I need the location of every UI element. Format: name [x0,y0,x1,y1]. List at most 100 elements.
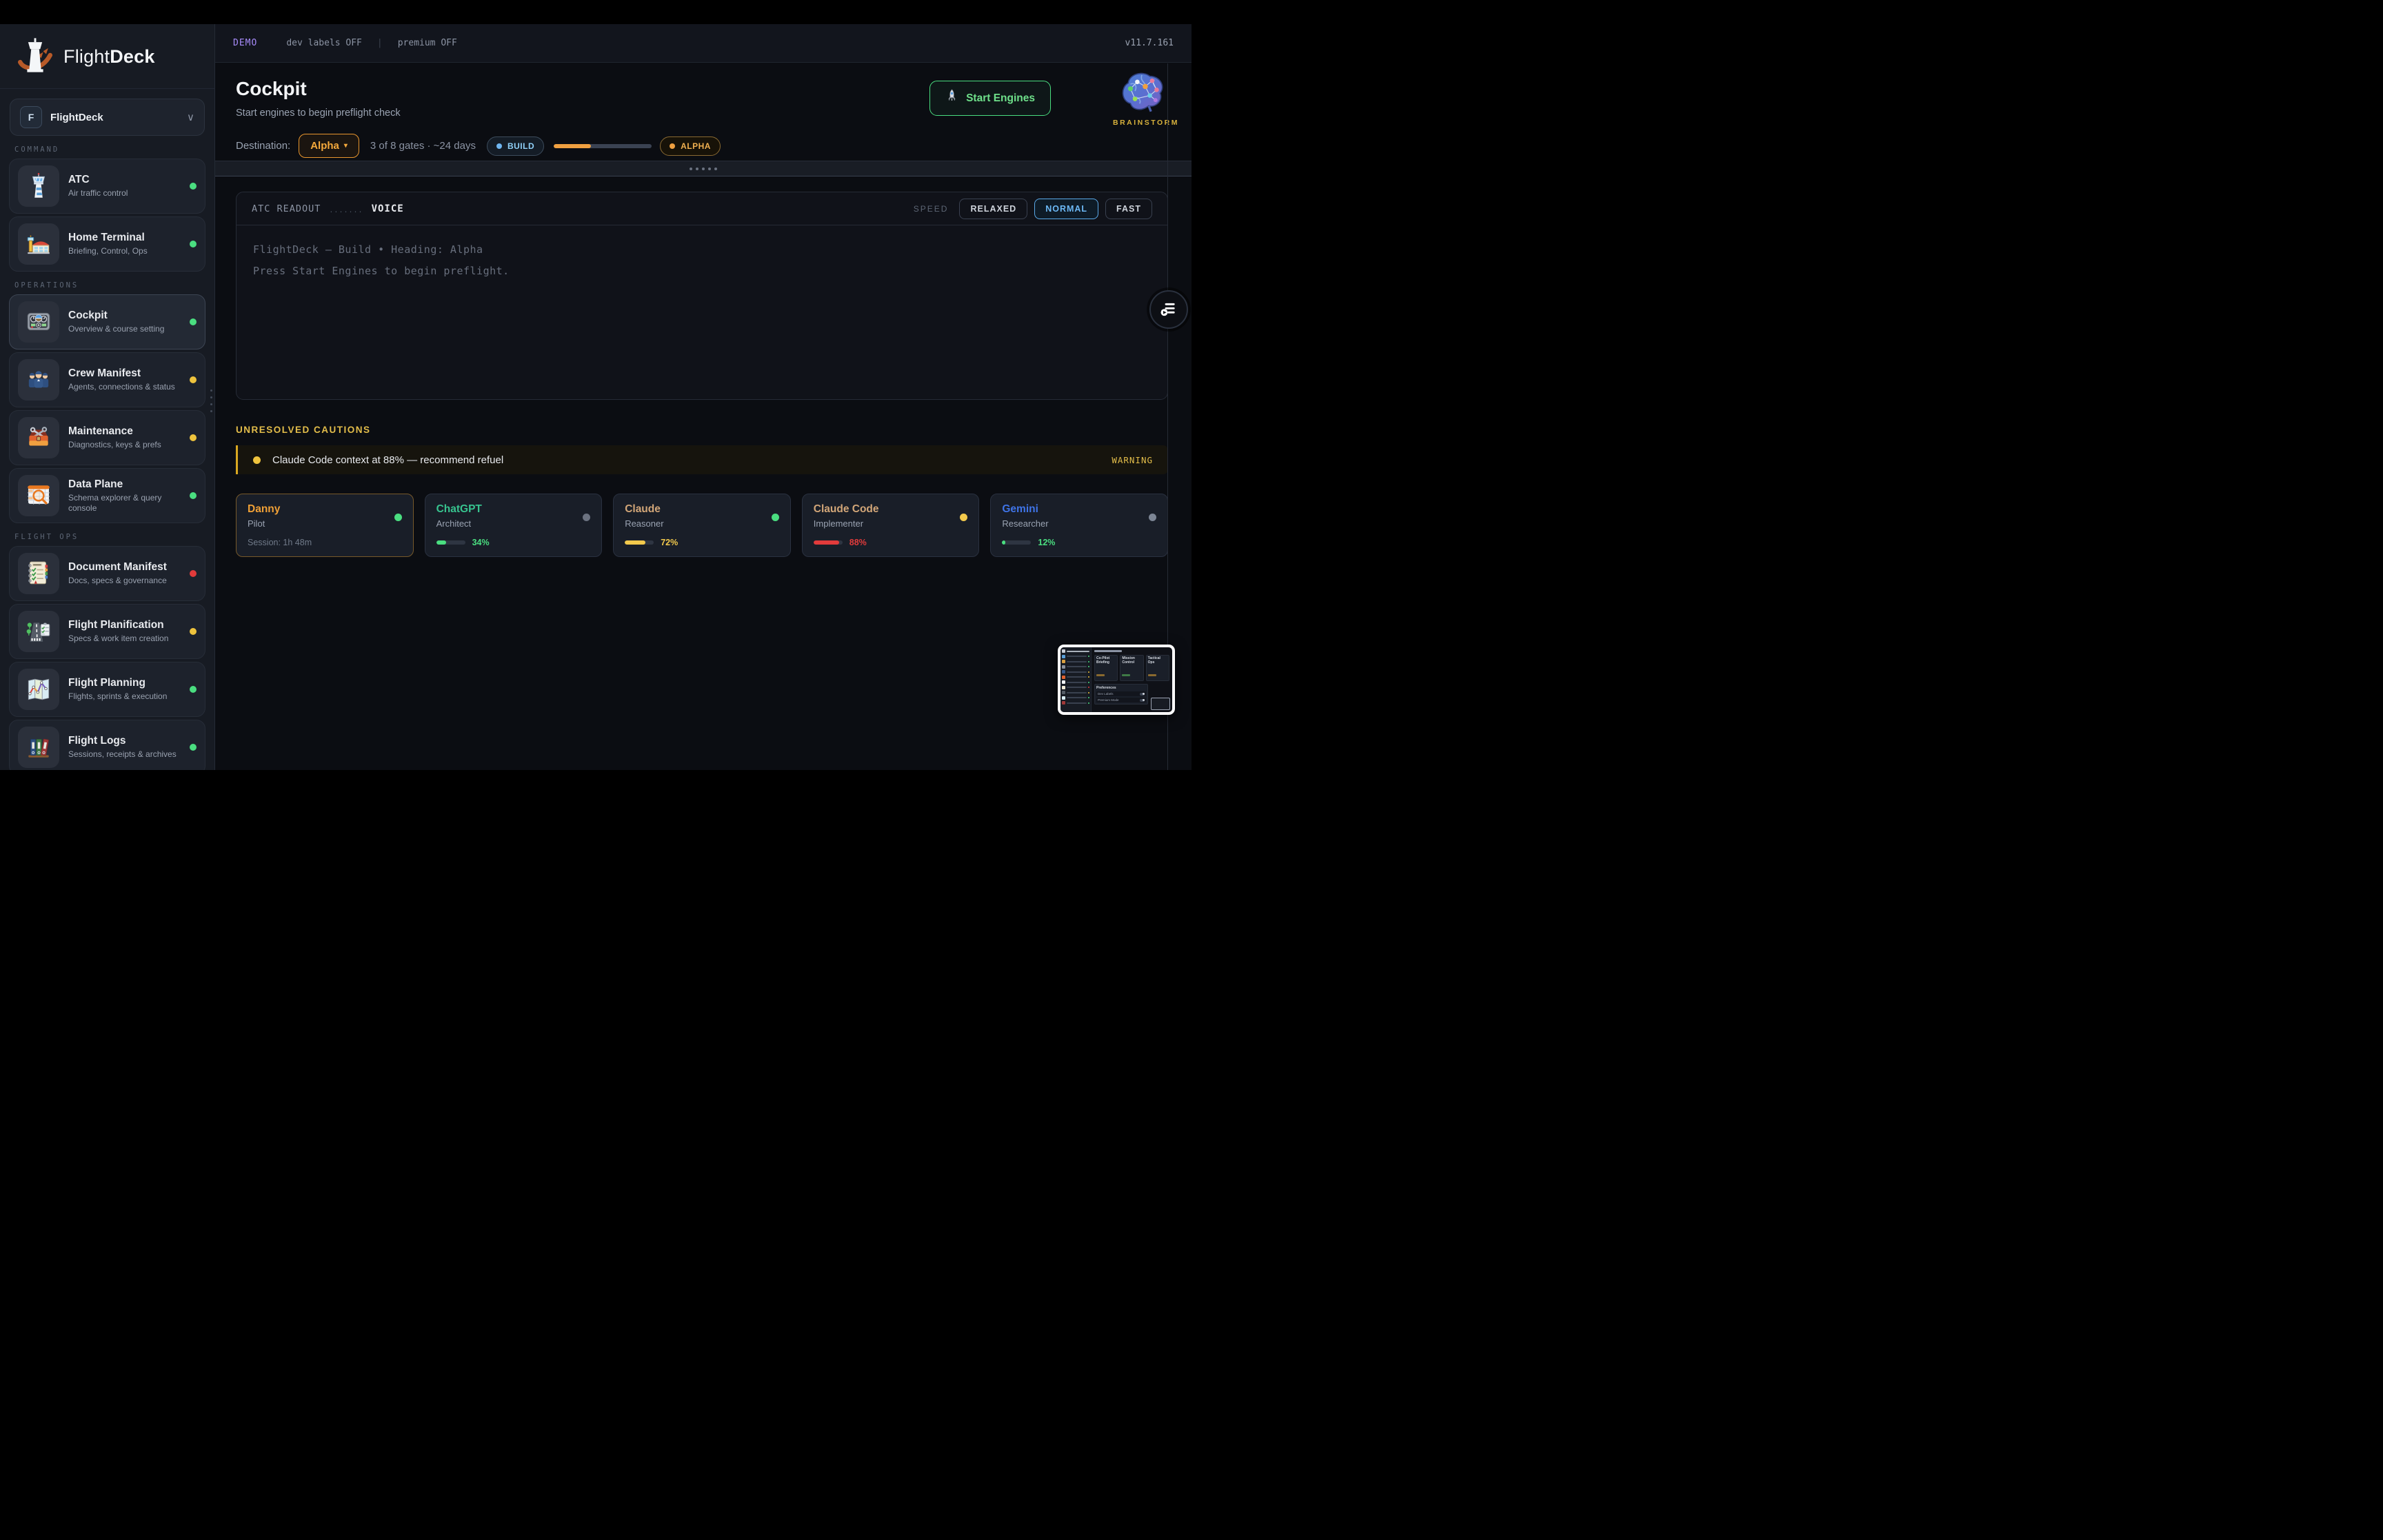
data-table-icon [18,475,59,516]
agent-name: Gemini [1002,503,1156,516]
sidebar-item-title: Home Terminal [68,232,181,244]
sidebar-item-subtitle: Docs, specs & governance [68,576,181,586]
sidebar-item-title: Maintenance [68,425,181,438]
project-selector[interactable]: F FlightDeck ∨ [10,99,205,136]
atc-readout-label: ATC READOUT [252,203,321,214]
caution-item[interactable]: Claude Code context at 88% — recommend r… [236,445,1168,474]
task-list-play-icon [1160,300,1178,320]
dev-labels-toggle[interactable]: dev labels OFF [286,38,362,48]
sidebar-item-maintenance[interactable]: Maintenance Diagnostics, keys & prefs [9,410,205,465]
mini-preferences-panel: Preferences Dev Labels Premium Mode [1094,684,1148,705]
topbar-divider: | [377,38,383,48]
sidebar-item-title: Flight Planning [68,677,181,689]
context-usage-pct: 72% [661,538,678,547]
gates-summary: 3 of 8 gates · ~24 days [370,140,476,152]
sidebar-item-subtitle: Air traffic control [68,188,181,199]
brainstorm-widget[interactable]: BRAINSTORM [1113,68,1171,127]
mini-card: Tactical Ops [1146,655,1169,681]
project-selector-label: FlightDeck [50,112,179,123]
readout-drag-dots-icon: ....... [329,207,363,214]
sidebar-item-title: Flight Logs [68,735,181,747]
sidebar: FlightDeck F FlightDeck ∨ COMMAND [0,24,215,770]
brainstorm-brain-icon [1116,105,1168,116]
sidebar-item-subtitle: Briefing, Control, Ops [68,246,181,256]
sidebar-nav: COMMAND [0,145,214,770]
status-dot [190,628,197,635]
brainstorm-label: BRAINSTORM [1113,119,1171,127]
agent-name: Claude [625,503,779,516]
speed-normal-button[interactable]: NORMAL [1034,199,1098,219]
flightdeck-tower-logo-icon [15,35,55,79]
status-dot [190,570,197,577]
premium-toggle[interactable]: premium OFF [398,38,457,48]
agent-card-gemini[interactable]: Gemini Researcher 12% [990,494,1168,557]
agent-role: Pilot [248,518,402,529]
start-engines-button[interactable]: Start Engines [929,81,1051,116]
map-route-icon [18,669,59,710]
speed-fast-button[interactable]: FAST [1105,199,1152,219]
atc-readout-panel: ATC READOUT ....... VOICE SPEED RELAXED … [236,192,1168,400]
version-label: v11.7.161 [1125,38,1174,48]
content-area: ATC READOUT ....... VOICE SPEED RELAXED … [215,192,1192,557]
sidebar-item-title: Data Plane [68,478,181,491]
main-area: DEMO dev labels OFF | premium OFF v11.7.… [215,24,1192,770]
sidebar-item-cockpit[interactable]: Cockpit Overview & course setting [9,294,205,349]
context-usage-pct: 12% [1038,538,1055,547]
sidebar-item-crew-manifest[interactable]: Crew Manifest Agents, connections & stat… [9,352,205,407]
sidebar-item-subtitle: Specs & work item creation [68,634,181,644]
toolbox-icon [18,417,59,458]
agent-role: Architect [436,518,591,529]
caret-down-icon: ▾ [344,142,348,150]
context-usage-bar [814,540,843,545]
app-window: FlightDeck F FlightDeck ∨ COMMAND [0,0,1192,770]
sidebar-item-document-manifest[interactable]: Document Manifest Docs, specs & governan… [9,546,205,601]
agent-card-claude-code[interactable]: Claude Code Implementer 88% [802,494,980,557]
destination-dropdown[interactable]: Alpha ▾ [299,134,359,158]
agent-role: Researcher [1002,518,1156,529]
sidebar-resize-handle[interactable] [210,389,212,412]
page-header: Cockpit Start engines to begin preflight… [215,63,1192,161]
readout-line: Press Start Engines to begin preflight. [253,265,1151,277]
gate-progress-bar [554,144,652,148]
mini-preview-main: Co-Pilot Briefing Mission Control Tactic… [1092,647,1172,712]
tab-voice[interactable]: VOICE [372,203,404,214]
agent-name: Danny [248,503,402,516]
demo-badge: DEMO [233,38,257,48]
queue-drawer-button[interactable] [1149,290,1188,329]
terminal-building-icon [18,223,59,265]
section-label-command: COMMAND [14,145,200,154]
panel-resize-handle[interactable] [215,161,1192,176]
log-binders-icon [18,727,59,768]
sidebar-item-title: ATC [68,174,181,186]
mini-preview-sidebar [1060,647,1092,712]
mini-card: Mission Control [1120,655,1143,681]
caution-level-badge: WARNING [1112,455,1153,465]
sidebar-item-data-plane[interactable]: Data Plane Schema explorer & query conso… [9,468,205,523]
sidebar-item-atc[interactable]: ATC Air traffic control [9,159,205,214]
sidebar-item-flight-logs[interactable]: Flight Logs Sessions, receipts & archive… [9,720,205,770]
sidebar-item-flight-planning[interactable]: Flight Planning Flights, sprints & execu… [9,662,205,717]
speed-relaxed-button[interactable]: RELAXED [959,199,1027,219]
agent-card-danny[interactable]: Danny Pilot Session: 1h 48m [236,494,414,557]
gate-progress-fill [554,144,591,148]
warning-dot-icon [253,456,261,464]
sidebar-item-flight-planification[interactable]: Flight Planification Specs & work item c… [9,604,205,659]
status-dot [190,492,197,499]
section-label-operations: OPERATIONS [14,281,200,290]
agent-card-chatgpt[interactable]: ChatGPT Architect 34% [425,494,603,557]
status-dot [190,318,197,325]
sidebar-item-title: Flight Planification [68,619,181,631]
sidebar-item-title: Crew Manifest [68,367,181,380]
screen-mini-preview[interactable]: Co-Pilot Briefing Mission Control Tactic… [1058,645,1175,715]
sidebar-item-home-terminal[interactable]: Home Terminal Briefing, Control, Ops [9,216,205,272]
agent-session: Session: 1h 48m [248,538,312,547]
agent-status-dot [394,514,402,521]
atc-tower-icon [18,165,59,207]
target-dot-icon [670,143,675,149]
cockpit-panel-icon [18,301,59,343]
agent-card-claude[interactable]: Claude Reasoner 72% [613,494,791,557]
sidebar-item-title: Cockpit [68,310,181,322]
agent-name: Claude Code [814,503,968,516]
destination-row: Destination: Alpha ▾ 3 of 8 gates · ~24 … [236,134,1168,158]
runway-clipboard-icon [18,611,59,652]
